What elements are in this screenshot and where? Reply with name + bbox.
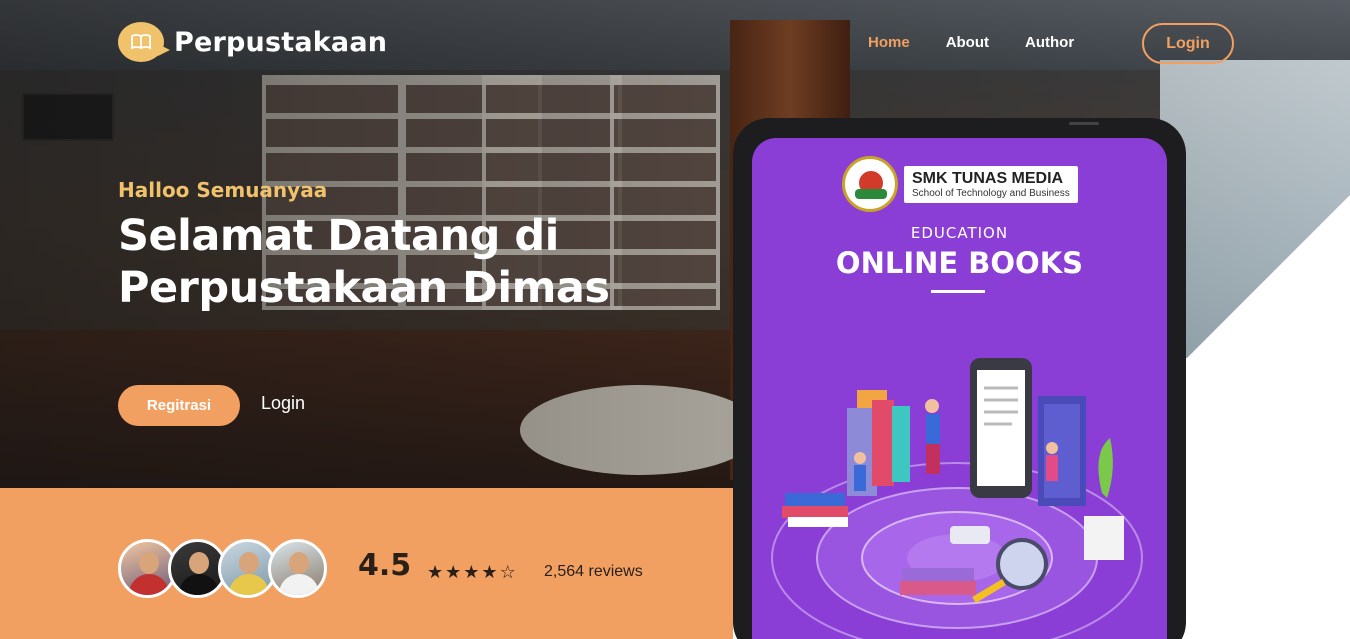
reviewer-avatars: [118, 539, 327, 598]
avatar-face: [239, 552, 259, 574]
category-label: EDUCATION: [910, 224, 1009, 242]
star-filled-icon: ★: [445, 562, 462, 583]
brand[interactable]: Perpustakaan: [118, 22, 387, 62]
login-button[interactable]: Login: [1142, 23, 1234, 64]
tablet-mockup: SMK TUNAS MEDIA School of Technology and…: [733, 118, 1186, 639]
school-seal-logo: [842, 156, 898, 212]
corner-shape: [1185, 195, 1350, 360]
register-button[interactable]: Regitrasi: [118, 385, 240, 426]
school-name: SMK TUNAS MEDIA: [912, 169, 1064, 187]
avatar-body: [229, 574, 269, 595]
tablet-screen: SMK TUNAS MEDIA School of Technology and…: [752, 138, 1167, 639]
title-underline: [931, 290, 985, 293]
avatar: [268, 539, 327, 598]
avatar-face: [189, 552, 209, 574]
hero-login-link[interactable]: Login: [261, 393, 305, 414]
avatar-body: [279, 574, 319, 595]
hero-headline: Selamat Datang di Perpustakaan Dimas: [118, 211, 610, 313]
book-icon: [118, 22, 170, 62]
review-count: 2,564 reviews: [544, 563, 643, 580]
avatar-body: [179, 574, 219, 595]
avatar-body: [129, 574, 169, 595]
rating-stars: ★ ★ ★ ★ ☆: [427, 562, 516, 583]
school-subtitle: School of Technology and Business: [912, 187, 1070, 199]
school-text: SMK TUNAS MEDIA School of Technology and…: [904, 165, 1078, 203]
nav-about-link[interactable]: About: [946, 34, 989, 51]
avatar-face: [289, 552, 309, 574]
brand-title: Perpustakaan: [174, 26, 388, 58]
corner-fill: [1185, 358, 1350, 639]
nav-author-link[interactable]: Author: [1025, 34, 1074, 51]
book-icon-svg: [131, 34, 151, 50]
tablet-camera: [1069, 122, 1099, 125]
star-filled-icon: ★: [481, 562, 498, 583]
avatar-face: [139, 552, 159, 574]
online-books-illustration: [771, 358, 1143, 639]
star-empty-icon: ☆: [499, 562, 516, 583]
school-header: SMK TUNAS MEDIA School of Technology and…: [842, 156, 1078, 212]
star-filled-icon: ★: [427, 562, 444, 583]
tablet-title: ONLINE BOOKS: [835, 246, 1084, 280]
rating-value: 4.5: [358, 548, 412, 583]
greeting-text: Halloo Semuanyaa: [118, 178, 328, 202]
main-nav: Home About Author: [868, 34, 1074, 51]
nav-home-link[interactable]: Home: [868, 34, 910, 51]
star-filled-icon: ★: [463, 562, 480, 583]
